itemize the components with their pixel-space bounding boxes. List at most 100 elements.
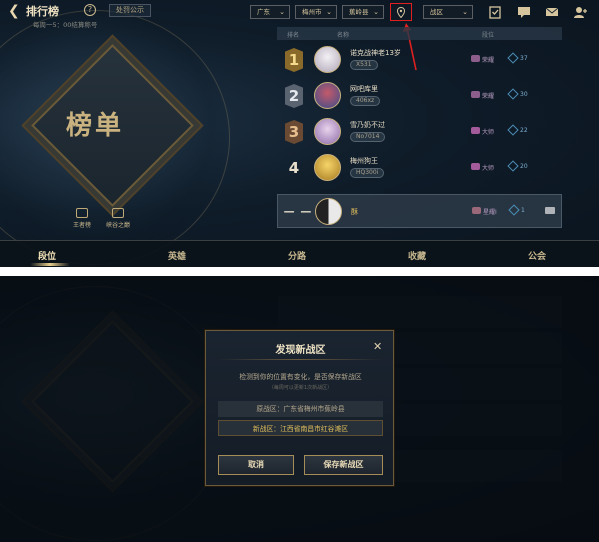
player-name: 酥 bbox=[351, 208, 358, 216]
player-tag: HQ300i bbox=[350, 168, 385, 178]
crown-icon bbox=[76, 208, 88, 218]
avatar[interactable] bbox=[314, 118, 341, 145]
player-name: 网吧库里 bbox=[350, 85, 378, 93]
county-value: 蕉岭县 bbox=[349, 8, 369, 16]
col-tier: 段位 bbox=[482, 32, 495, 39]
province-select[interactable]: 广东 ⌄ bbox=[250, 5, 290, 19]
player-tag: X531 bbox=[350, 60, 378, 70]
ranking-screen: 榜单 王者榜 峡谷之巅 ❮ 排行榜 ? 处罚公示 每周一5：00结算称号 广东 ⌄… bbox=[0, 0, 599, 267]
cancel-button[interactable]: 取消 bbox=[218, 455, 294, 475]
star-count: 1 bbox=[521, 207, 525, 214]
close-icon[interactable]: ✕ bbox=[373, 340, 382, 353]
settlement-note: 每周一5：00结算称号 bbox=[33, 21, 98, 29]
location-icon bbox=[397, 7, 405, 18]
county-select[interactable]: 蕉岭县 ⌄ bbox=[342, 5, 384, 19]
star-count: 30 bbox=[520, 91, 528, 98]
save-zone-button[interactable]: 保存新战区 bbox=[304, 455, 383, 475]
star-count: 22 bbox=[520, 127, 528, 134]
avatar[interactable] bbox=[314, 154, 341, 181]
player-name: 诺克战神老13岁 bbox=[350, 49, 401, 57]
bottom-tab-bar: 段位 英雄 分路 收藏 公会 bbox=[0, 240, 599, 267]
notice-button[interactable]: 处罚公示 bbox=[109, 4, 151, 17]
avatar[interactable] bbox=[314, 46, 341, 73]
tier-icon bbox=[471, 91, 480, 98]
tier-icon bbox=[471, 127, 480, 134]
old-zone: 原战区：广东省梅州市蕉岭县 bbox=[218, 401, 383, 417]
tier-icon bbox=[472, 207, 481, 214]
avatar[interactable] bbox=[314, 82, 341, 109]
tab-active-indicator bbox=[30, 263, 70, 266]
chevron-down-icon: ⌄ bbox=[462, 8, 468, 16]
divider bbox=[218, 359, 383, 360]
tier-icon bbox=[471, 55, 480, 62]
tier-name: 荣耀 bbox=[482, 57, 495, 64]
rank-number: — — bbox=[283, 205, 313, 218]
tab-guild[interactable]: 公会 bbox=[528, 249, 546, 262]
tab-rank[interactable]: 段位 bbox=[38, 249, 56, 262]
tab-favorites[interactable]: 收藏 bbox=[408, 249, 426, 262]
zone-dialog-screen: 发现新战区 ✕ 检测到你的位置有变化，是否保存新战区 （每周可以更新1次新战区）… bbox=[0, 276, 599, 542]
my-rank-row[interactable]: — — 酥 星耀I 1 bbox=[277, 194, 562, 228]
star-icon bbox=[507, 124, 519, 136]
badge-king[interactable]: 王者榜 bbox=[62, 208, 102, 229]
tier-icon bbox=[471, 163, 480, 170]
player-tag: 406xz bbox=[350, 96, 381, 106]
table-row[interactable]: 3 雪乃奶不过 No7014 大师 22 bbox=[277, 115, 562, 149]
tier-name: 大师 bbox=[482, 129, 495, 136]
badge-peak[interactable]: 峡谷之巅 bbox=[98, 208, 138, 229]
mail-icon[interactable] bbox=[545, 5, 559, 19]
chat-icon[interactable] bbox=[517, 5, 531, 19]
zone-value: 战区 bbox=[430, 8, 443, 16]
peak-icon bbox=[112, 208, 124, 218]
chevron-down-icon: ⌄ bbox=[279, 8, 285, 16]
star-count: 20 bbox=[520, 163, 528, 170]
table-row[interactable]: 1 诺克战神老13岁 X531 荣耀 37 bbox=[277, 43, 562, 77]
ranking-list: 排名 名称 段位 1 诺克战神老13岁 X531 荣耀 37 2 网吧库里 40… bbox=[277, 27, 562, 237]
province-value: 广东 bbox=[257, 8, 270, 16]
rank-medal: 1 bbox=[285, 48, 303, 72]
chevron-down-icon: ⌄ bbox=[326, 8, 332, 16]
avatar[interactable] bbox=[315, 198, 342, 225]
tier-name: 荣耀 bbox=[482, 93, 495, 100]
rank-medal: 3 bbox=[285, 120, 303, 144]
zone-select[interactable]: 战区 ⌄ bbox=[423, 5, 473, 19]
star-count: 37 bbox=[520, 55, 528, 62]
clipboard-icon[interactable] bbox=[488, 5, 502, 19]
rank-number: 4 bbox=[288, 159, 300, 177]
dialog-note: （每周可以更新1次新战区） bbox=[268, 385, 333, 391]
player-name: 雪乃奶不过 bbox=[350, 121, 385, 129]
dialog-message: 检测到你的位置有变化，是否保存新战区 bbox=[239, 373, 362, 381]
table-row[interactable]: 2 网吧库里 406xz 荣耀 30 bbox=[277, 79, 562, 113]
help-icon[interactable]: ? bbox=[84, 4, 96, 16]
star-icon bbox=[507, 160, 519, 172]
new-zone-dialog: 发现新战区 ✕ 检测到你的位置有变化，是否保存新战区 （每周可以更新1次新战区）… bbox=[205, 330, 394, 486]
city-select[interactable]: 梅州市 ⌄ bbox=[295, 5, 337, 19]
badge-label: 王者榜 bbox=[72, 222, 91, 229]
tier-name: 星耀I bbox=[483, 209, 497, 216]
list-header: 排名 名称 段位 bbox=[277, 27, 562, 40]
page-title: 排行榜 bbox=[26, 5, 59, 18]
badge-label: 峡谷之巅 bbox=[105, 222, 130, 229]
star-icon bbox=[508, 204, 520, 216]
star-icon bbox=[507, 88, 519, 100]
player-tag: No7014 bbox=[350, 132, 386, 142]
rank-medal: 2 bbox=[285, 84, 303, 108]
col-name: 名称 bbox=[337, 32, 350, 39]
tab-heroes[interactable]: 英雄 bbox=[168, 249, 186, 262]
video-camera-icon[interactable] bbox=[545, 207, 555, 214]
back-icon[interactable]: ❮ bbox=[8, 4, 22, 18]
player-name: 梅州狗王 bbox=[350, 157, 378, 165]
col-rank: 排名 bbox=[287, 32, 300, 39]
tab-lanes[interactable]: 分路 bbox=[288, 249, 306, 262]
new-zone: 新战区：江西省南昌市红谷滩区 bbox=[218, 420, 383, 436]
table-row[interactable]: 4 梅州狗王 HQ300i 大师 20 bbox=[277, 151, 562, 185]
header: ❮ 排行榜 ? 处罚公示 每周一5：00结算称号 广东 ⌄ 梅州市 ⌄ 蕉岭县 ⌄ 战… bbox=[0, 0, 599, 29]
chevron-down-icon: ⌄ bbox=[373, 8, 379, 16]
star-icon bbox=[507, 52, 519, 64]
banner-title: 榜单 bbox=[66, 111, 125, 141]
dialog-title: 发现新战区 bbox=[275, 345, 326, 356]
locate-button[interactable] bbox=[390, 3, 412, 21]
city-value: 梅州市 bbox=[302, 8, 322, 16]
tier-name: 大师 bbox=[482, 165, 495, 172]
friends-icon[interactable] bbox=[573, 5, 589, 19]
